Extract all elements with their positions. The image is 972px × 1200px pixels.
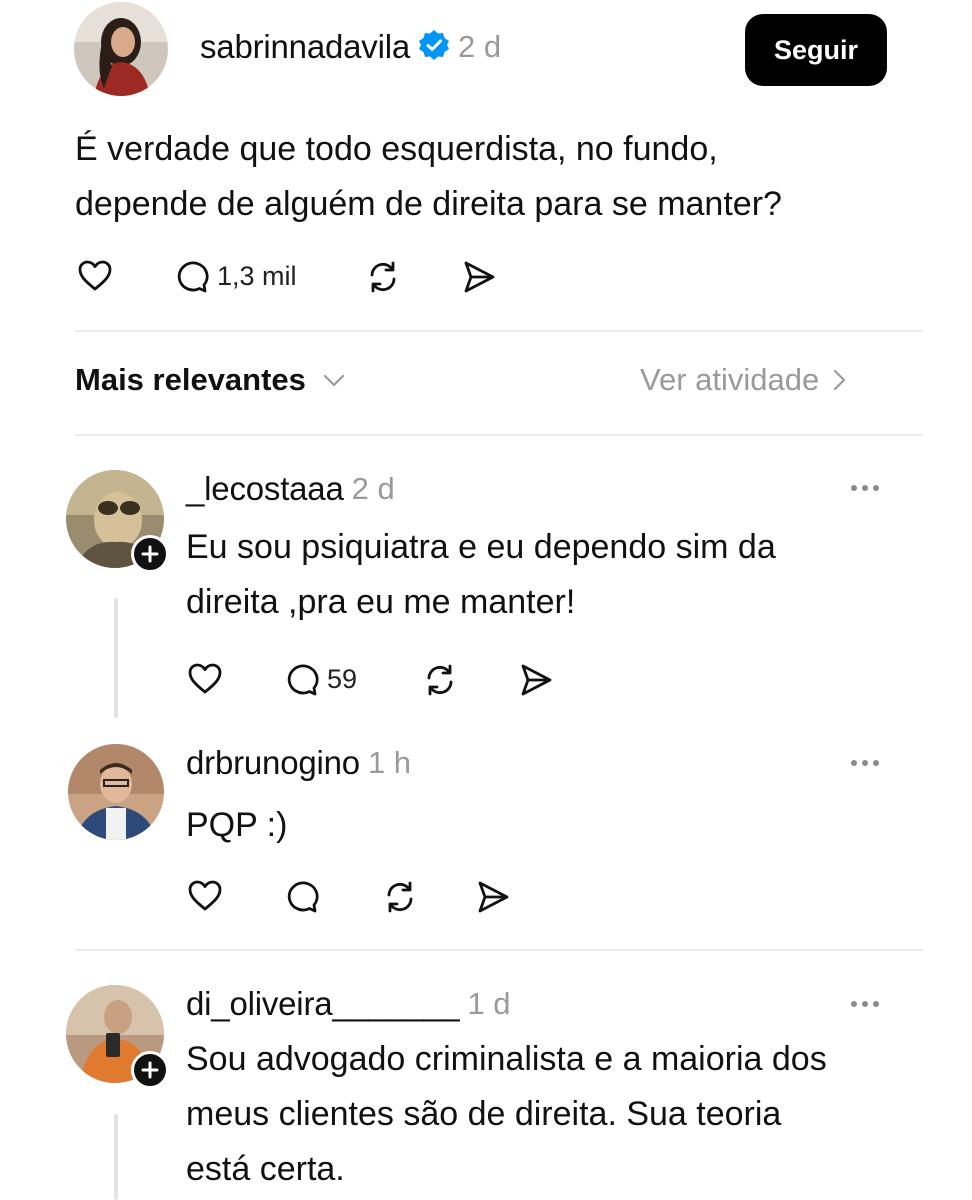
chevron-down-icon (323, 374, 345, 387)
more-icon[interactable] (851, 1001, 879, 1007)
heart-icon (188, 880, 222, 911)
sort-label: Mais relevantes (75, 362, 306, 397)
repost-icon (427, 664, 453, 696)
thread-line (114, 598, 118, 718)
reply-count: 59 (327, 663, 358, 694)
follow-plus-badge[interactable] (131, 535, 169, 573)
post-text: É verdade que todo esquerdista, no fundo… (75, 122, 935, 232)
share-icon (521, 664, 552, 696)
reply-button[interactable] (283, 878, 319, 914)
post-text-line: É verdade que todo esquerdista, no fundo… (75, 130, 718, 168)
sort-dropdown[interactable]: Mais relevantes (75, 362, 348, 398)
view-activity-label: Ver atividade (640, 362, 820, 397)
share-icon (478, 881, 509, 913)
repost-button[interactable] (364, 258, 402, 296)
plus-icon (141, 545, 159, 563)
verified-badge-icon (418, 29, 450, 66)
comment-header: drbrunogino 1 h (186, 744, 411, 782)
repost-icon (387, 881, 413, 913)
comment-action-bar (187, 878, 567, 918)
reply-button[interactable]: 59 (283, 661, 357, 697)
reply-button[interactable]: 1,3 mil (173, 258, 297, 294)
heart-icon (188, 663, 222, 694)
repost-button[interactable] (421, 661, 459, 699)
comment-text-line: Eu sou psiquiatra e eu dependo sim da (186, 528, 776, 566)
comment-text: Eu sou psiquiatra e eu dependo sim da di… (186, 520, 926, 630)
like-button[interactable] (187, 878, 223, 914)
share-button[interactable] (474, 878, 512, 916)
repost-button[interactable] (381, 878, 419, 916)
thread-line (114, 1114, 118, 1200)
comment-text-line: está certa. (186, 1150, 345, 1188)
comment-action-bar: 59 (187, 661, 567, 701)
comment-username[interactable]: drbrunogino (186, 744, 360, 782)
repost-icon (370, 261, 396, 293)
more-icon[interactable] (851, 760, 879, 766)
comment-text-line: direita ,pra eu me manter! (186, 583, 576, 621)
heart-icon (78, 260, 112, 291)
comment-text: Sou advogado criminalista e a maioria do… (186, 1032, 946, 1197)
like-button[interactable] (187, 661, 223, 697)
comment-time: 1 h (367, 745, 412, 780)
comment-header: di_oliveira_______ 1 d (186, 985, 511, 1023)
post-author-avatar[interactable] (74, 2, 168, 96)
comment-username[interactable]: _lecostaaa (186, 470, 344, 508)
divider (75, 949, 923, 951)
comment-avatar[interactable] (68, 744, 164, 840)
post-action-bar: 1,3 mil (77, 258, 517, 298)
comment-text-line: meus clientes são de direita. Sua teoria (186, 1095, 782, 1133)
post-text-line: depende de alguém de direita para se man… (75, 185, 782, 223)
comment-icon (287, 664, 319, 696)
follow-plus-badge[interactable] (131, 1051, 169, 1089)
like-button[interactable] (77, 258, 113, 294)
share-button[interactable] (517, 661, 555, 699)
post-username[interactable]: sabrinnadavila (200, 28, 410, 66)
comment-icon (177, 261, 209, 293)
plus-icon (141, 1061, 159, 1079)
divider (75, 434, 923, 436)
post-header: sabrinnadavila 2 d (200, 28, 501, 66)
comment-text: PQP :) (186, 798, 926, 853)
share-button[interactable] (460, 258, 498, 296)
comment-username[interactable]: di_oliveira_______ (186, 985, 460, 1023)
post-time: 2 d (458, 29, 502, 64)
more-icon[interactable] (851, 485, 879, 491)
comment-time: 2 d (351, 471, 395, 506)
comment-text-line: Sou advogado criminalista e a maioria do… (186, 1040, 827, 1078)
comment-icon (287, 881, 319, 913)
reply-count: 1,3 mil (217, 260, 297, 291)
comment-text-line: PQP :) (186, 806, 288, 844)
follow-button-label: Seguir (773, 34, 859, 65)
comment-header: _lecostaaa 2 d (186, 470, 395, 508)
divider (75, 330, 923, 332)
chevron-right-icon (834, 369, 846, 391)
share-icon (464, 261, 495, 293)
view-activity-link[interactable]: Ver atividade (640, 362, 851, 398)
comment-time: 1 d (467, 986, 511, 1021)
follow-button[interactable]: Seguir (745, 14, 887, 86)
